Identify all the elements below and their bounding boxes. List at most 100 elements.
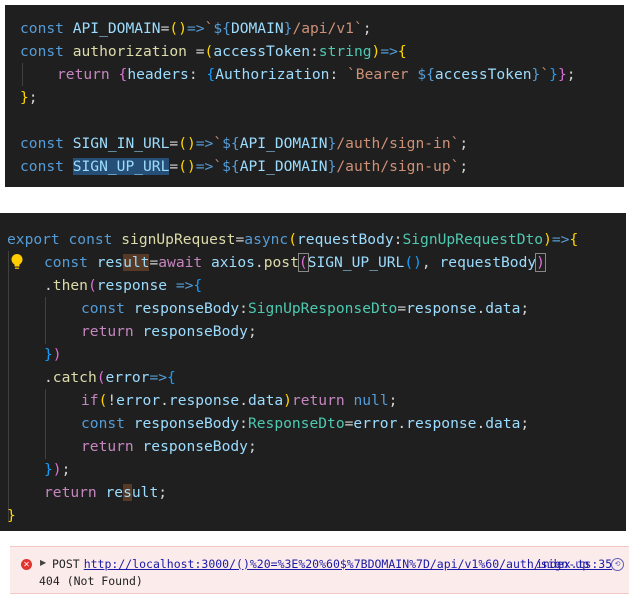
code-line[interactable]: });: [44, 458, 70, 481]
paren: ): [52, 346, 62, 363]
lightbulb-icon[interactable]: [9, 253, 25, 271]
string: `: [213, 158, 223, 175]
request-summary: POST http://localhost:3000/()%20=%3E%20%6…: [52, 557, 589, 571]
identifier: signUpRequest: [121, 231, 236, 248]
punctuation: .: [254, 254, 264, 271]
property: data: [485, 300, 521, 317]
property: headers: [127, 66, 189, 83]
type: SignUpRequestDto: [402, 231, 544, 248]
arrow: =>: [195, 158, 214, 175]
indent-guide: [45, 297, 46, 344]
paren: (): [404, 254, 422, 271]
code-line[interactable]: .catch(error=>{: [44, 366, 176, 389]
identifier: responseBody: [133, 300, 240, 317]
punctuation: .: [476, 300, 486, 317]
operator: =: [186, 43, 205, 60]
keyword: const: [68, 231, 113, 248]
operator: =: [397, 300, 407, 317]
keyword: await: [158, 254, 203, 271]
punctuation: .: [160, 392, 169, 409]
code-line[interactable]: const responseBody:SignUpResponseDto=res…: [81, 297, 529, 320]
code-editor-bottom[interactable]: export const signUpRequest=async(request…: [0, 213, 626, 531]
paren: (): [178, 158, 196, 175]
identifier: SIGN_IN_URL: [72, 135, 170, 152]
operator: !: [107, 392, 117, 409]
punctuation: ;: [566, 66, 576, 83]
code-line[interactable]: const result=await axios.post(SIGN_UP_UR…: [44, 251, 546, 274]
code-line[interactable]: return result;: [44, 481, 167, 504]
template-open: ${: [222, 135, 240, 152]
arrow: =>: [186, 20, 205, 37]
paren: (): [169, 20, 187, 37]
keyword: return: [44, 484, 97, 501]
code-line[interactable]: return responseBody;: [81, 435, 257, 458]
keyword: return: [291, 392, 345, 409]
paren: ): [543, 231, 552, 248]
paren: ): [52, 461, 62, 478]
punctuation: ;: [520, 300, 530, 317]
identifier-highlighted: ult: [123, 254, 150, 271]
identifier: accessToken: [434, 66, 532, 83]
punctuation: ;: [247, 438, 257, 455]
punctuation: .: [476, 415, 486, 432]
parameter: accessToken: [213, 43, 310, 60]
identifier: responseBody: [133, 415, 240, 432]
code-line[interactable]: if(!error.response.data)return null;: [81, 389, 397, 412]
keyword: const: [44, 254, 88, 271]
template-open: ${: [213, 20, 231, 37]
identifier: requestBody: [439, 254, 537, 271]
code-editor-top[interactable]: const API_DOMAIN=()=>`${DOMAIN}/api/v1`;…: [5, 5, 624, 187]
template-open: ${: [222, 158, 240, 175]
source-map-icon[interactable]: ⟲: [611, 558, 624, 571]
identifier: SIGN_UP: [307, 254, 370, 271]
arrow: =>: [195, 135, 214, 152]
brace: }: [44, 346, 53, 363]
property: response: [168, 392, 240, 409]
arrow: =>: [167, 277, 194, 294]
code-line[interactable]: const SIGN_IN_URL=()=>`${API_DOMAIN}/aut…: [20, 132, 468, 155]
keyword: async: [244, 231, 289, 248]
punctuation: :: [310, 43, 319, 60]
indent-guide: [8, 251, 9, 521]
property: data: [485, 415, 521, 432]
code-line[interactable]: .then(response =>{: [44, 274, 202, 297]
brace: {: [118, 66, 128, 83]
code-line[interactable]: const SIGN_UP_URL=()=>`${API_DOMAIN}/aut…: [20, 155, 468, 178]
code-line[interactable]: }): [44, 343, 62, 366]
code-line[interactable]: const responseBody:ResponseDto=error.res…: [81, 412, 529, 435]
type: ResponseDto: [247, 415, 345, 432]
keyword: const: [20, 43, 64, 60]
brace: {: [167, 369, 176, 386]
code-line[interactable]: const authorization =(accessToken:string…: [20, 40, 407, 63]
code-line[interactable]: export const signUpRequest=async(request…: [7, 228, 578, 251]
code-line[interactable]: const API_DOMAIN=()=>`${DOMAIN}/api/v1`;: [20, 17, 372, 40]
source-location-link[interactable]: index.ts:35: [536, 557, 612, 571]
code-line[interactable]: };: [20, 86, 38, 109]
punctuation: ;: [388, 392, 398, 409]
paren: (: [96, 369, 106, 386]
parameter: requestBody: [297, 231, 394, 248]
brace: {: [569, 231, 579, 248]
code-line[interactable]: return responseBody;: [81, 320, 257, 343]
punctuation: ;: [247, 323, 257, 340]
paren: ): [283, 392, 292, 409]
paren: (: [297, 253, 309, 272]
identifier: error: [353, 415, 398, 432]
brace: }: [7, 507, 16, 524]
arrow: =>: [551, 231, 570, 248]
brace: {: [193, 277, 203, 294]
code-line[interactable]: }: [7, 504, 16, 527]
expand-triangle-icon[interactable]: ▶: [40, 558, 46, 567]
keyword: if: [81, 392, 99, 409]
property: Authorization: [215, 66, 330, 83]
template-open: ${: [417, 66, 435, 83]
identifier: API_DOMAIN: [72, 20, 161, 37]
punctuation: .: [239, 392, 248, 409]
request-url-link[interactable]: http://localhost:3000/()%20=%3E%20%60$%7…: [84, 557, 589, 571]
identifier-highlighted: SIGN_UP_URL: [72, 158, 170, 175]
operator: =: [169, 135, 179, 152]
code-line[interactable]: return {headers: {Authorization: `Bearer…: [57, 63, 576, 86]
brace: }: [549, 66, 558, 83]
status-text: 404 (Not Found): [39, 574, 143, 588]
console-error-message[interactable]: ✕ ▶ POST http://localhost:3000/()%20=%3E%…: [10, 546, 629, 594]
